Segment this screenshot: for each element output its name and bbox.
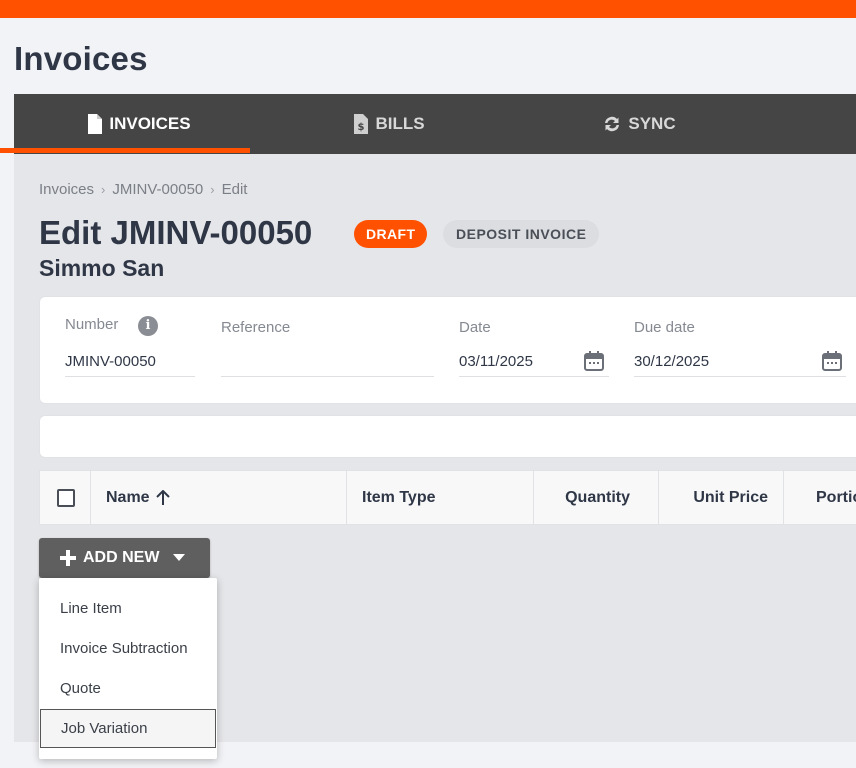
tab-invoices-label: INVOICES — [109, 114, 191, 133]
breadcrumb-invoices[interactable]: Invoices — [39, 181, 94, 198]
number-label: Number — [65, 316, 119, 333]
menu-item-quote[interactable]: Quote — [40, 669, 216, 707]
calendar-icon[interactable] — [822, 351, 842, 371]
customer-name: Simmo San — [39, 255, 165, 281]
menu-item-invoice-subtraction[interactable]: Invoice Subtraction — [40, 629, 216, 667]
status-badge: DRAFT — [354, 220, 428, 248]
reference-label: Reference — [221, 319, 291, 336]
filter-bar[interactable] — [39, 415, 856, 458]
column-divider — [783, 471, 784, 524]
tab-bar: INVOICES $ BILLS SYNC — [14, 94, 856, 154]
due-date-field-underline — [634, 376, 846, 377]
number-field-underline — [65, 376, 195, 377]
column-header-item-type[interactable]: Item Type — [362, 471, 436, 524]
sync-icon — [602, 114, 622, 134]
tab-bills-label: BILLS — [375, 114, 425, 133]
column-header-portion[interactable]: Portio — [816, 471, 856, 524]
chevron-right-icon: › — [210, 182, 215, 197]
bill-icon: $ — [353, 114, 369, 134]
chevron-right-icon: › — [101, 182, 106, 197]
column-divider — [346, 471, 347, 524]
reference-field-underline — [221, 376, 434, 377]
tab-bills[interactable]: $ BILLS — [264, 94, 514, 154]
column-header-unit-price[interactable]: Unit Price — [659, 471, 768, 524]
column-header-name[interactable]: Name — [106, 471, 170, 524]
invoice-details-card — [39, 296, 856, 404]
invoice-type-badge: DEPOSIT INVOICE — [443, 220, 600, 248]
due-date-field[interactable]: 30/12/2025 — [634, 353, 709, 370]
due-date-label: Due date — [634, 319, 695, 336]
select-all-checkbox[interactable] — [57, 489, 75, 507]
svg-text:$: $ — [358, 122, 365, 133]
date-field[interactable]: 03/11/2025 — [459, 353, 533, 370]
menu-item-line-item[interactable]: Line Item — [40, 589, 216, 627]
file-icon — [87, 114, 103, 134]
sort-arrow-up-icon — [155, 489, 170, 506]
plus-icon — [60, 550, 76, 566]
number-field[interactable]: JMINV-00050 — [65, 353, 156, 370]
reference-field[interactable] — [221, 353, 433, 373]
tab-sync-label: SYNC — [628, 114, 676, 133]
column-name-label: Name — [106, 488, 150, 506]
breadcrumb: Invoices › JMINV-00050 › Edit — [39, 181, 247, 198]
info-icon[interactable]: i — [138, 316, 158, 336]
column-divider — [90, 471, 91, 524]
add-new-label: ADD NEW — [83, 549, 160, 566]
edit-title: Edit JMINV-00050 — [39, 214, 313, 251]
page-title: Invoices — [14, 40, 148, 77]
add-new-menu: Line Item Invoice Subtraction Quote Job … — [39, 578, 217, 759]
add-new-button[interactable]: ADD NEW — [39, 538, 210, 578]
caret-down-icon — [173, 554, 186, 562]
date-field-underline — [459, 376, 609, 377]
menu-item-job-variation[interactable]: Job Variation — [40, 709, 216, 748]
date-label: Date — [459, 319, 491, 336]
tab-invoices[interactable]: INVOICES — [14, 94, 264, 154]
breadcrumb-current: Edit — [221, 181, 248, 198]
top-accent-bar — [0, 0, 856, 18]
breadcrumb-invoice-number[interactable]: JMINV-00050 — [112, 181, 203, 198]
column-header-quantity[interactable]: Quantity — [534, 471, 630, 524]
tab-sync[interactable]: SYNC — [514, 94, 764, 154]
calendar-icon[interactable] — [584, 351, 604, 371]
active-tab-indicator — [0, 148, 250, 153]
line-items-table-header: Name Item Type Quantity Unit Price Porti… — [39, 470, 856, 525]
